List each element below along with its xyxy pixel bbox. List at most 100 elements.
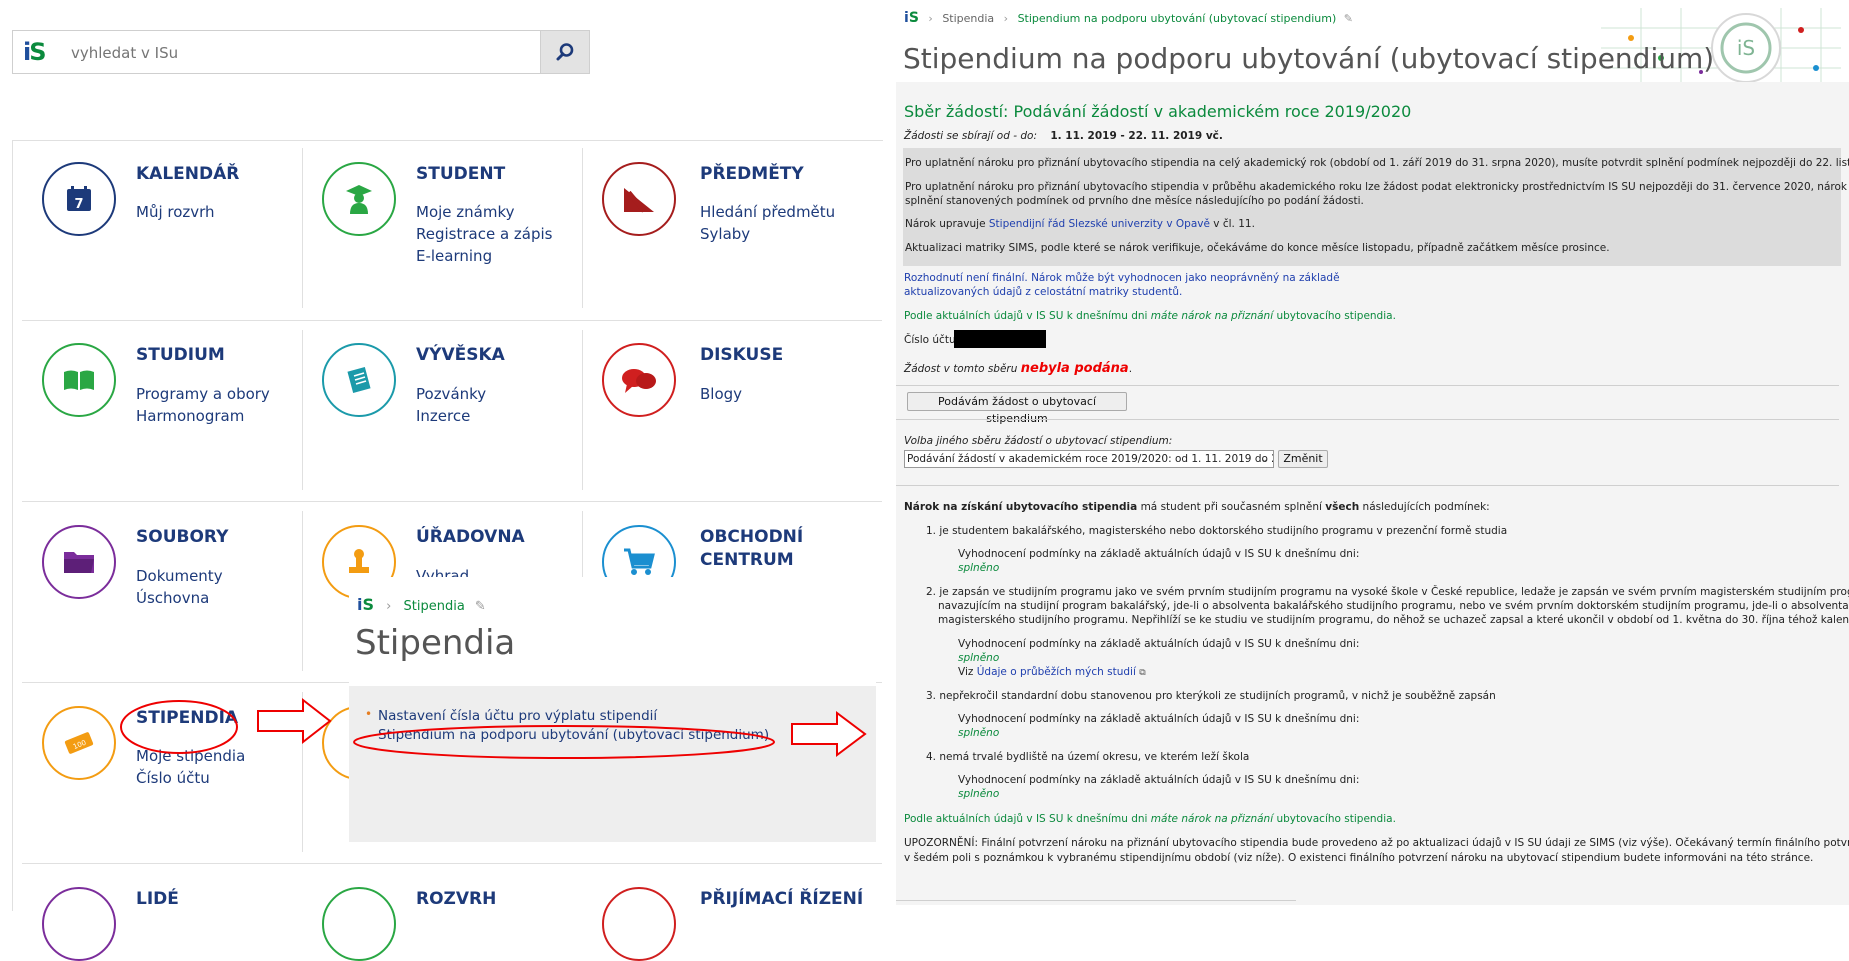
section-title: Sběr žádostí: Podávání žádostí v akademi… xyxy=(904,102,1412,121)
condition-2: 2. je zapsán ve studijním programu jako … xyxy=(926,586,1849,598)
grid-divider xyxy=(302,511,303,671)
tile-link[interactable]: Sylaby xyxy=(700,223,750,245)
breadcrumb-separator: › xyxy=(1003,12,1009,25)
info-text: Pro uplatnění nároku pro přiznání ubytov… xyxy=(905,181,1849,193)
stipendia-menu: • Nastavení čísla účtu pro výplatu stipe… xyxy=(349,686,876,842)
tile-title[interactable]: ROZVRH xyxy=(416,887,496,911)
collection-select[interactable]: Podávání žádostí v akademickém roce 2019… xyxy=(904,450,1274,468)
tile-link[interactable]: Číslo účtu xyxy=(136,767,210,789)
tile-title[interactable]: STUDENT xyxy=(416,162,505,186)
breadcrumb-item[interactable]: Stipendium na podporu ubytování (ubytova… xyxy=(1018,12,1337,25)
tile-title[interactable]: PŘIJÍMACÍ ŘÍZENÍ xyxy=(700,887,863,911)
breadcrumb-separator: › xyxy=(386,599,392,614)
tile-link[interactable]: E-learning xyxy=(416,245,492,267)
evaluation-value: splněno xyxy=(958,727,1000,739)
tile-link[interactable]: Dokumenty xyxy=(136,565,223,587)
rozvrh-icon-circle xyxy=(322,887,396,961)
tile-link[interactable]: Harmonogram xyxy=(136,405,244,427)
evaluation-label: Vyhodnocení podmínky na základě aktuální… xyxy=(958,774,1360,786)
folder-icon xyxy=(64,552,94,573)
cart-icon xyxy=(624,548,655,575)
info-text: splnění stanovených podmínek od prvního … xyxy=(905,195,1364,207)
breadcrumb-item[interactable]: Stipendia xyxy=(404,599,465,614)
scholarship-page: iS › Stipendia › Stipendium na podporu u… xyxy=(896,0,1849,905)
tile-title[interactable]: DISKUSE xyxy=(700,343,783,367)
tile-title[interactable]: OBCHODNÍ xyxy=(700,525,803,549)
evaluation-label: Vyhodnocení podmínky na základě aktuální… xyxy=(958,548,1360,560)
tile-title[interactable]: LIDÉ xyxy=(136,887,179,911)
search-button[interactable] xyxy=(540,31,589,73)
warning-text: v šedém poli s poznámkou k vybranému sti… xyxy=(904,852,1814,864)
tile-title[interactable]: CENTRUM xyxy=(700,548,794,572)
conditions-intro: Nárok na získání ubytovacího stipendia m… xyxy=(904,501,1490,513)
search-bar: iS xyxy=(12,30,590,74)
tile-link[interactable]: Pozvánky xyxy=(416,383,486,405)
tile-title[interactable]: ÚŘADOVNA xyxy=(416,525,525,549)
evaluation-value: splněno xyxy=(958,788,1000,800)
grid-divider xyxy=(582,330,583,490)
notes-icon xyxy=(347,367,371,393)
tile-link[interactable]: Programy a obory xyxy=(136,383,270,405)
condition-2: magisterského studijního programu. Nepři… xyxy=(938,614,1849,626)
is-logo[interactable]: iS xyxy=(23,38,46,66)
tile-title[interactable]: STUDIUM xyxy=(136,343,225,367)
tile-title[interactable]: KALENDÁŘ xyxy=(136,162,239,186)
prijimaci-rizeni-icon-circle xyxy=(602,887,676,961)
claim-status: Podle aktuálních údajů v IS SU k dnešním… xyxy=(904,310,1396,322)
info-text: Pro uplatnění nároku pro přiznání ubytov… xyxy=(905,157,1849,169)
is-logo[interactable]: iS xyxy=(357,595,374,614)
regulation-link[interactable]: Stipendijní řád Slezské univerzity v Opa… xyxy=(989,218,1210,230)
collection-dates: Žádosti se sbírají od - do: 1. 11. 2019 … xyxy=(904,130,1223,142)
book-icon xyxy=(64,370,94,390)
pin-icon[interactable]: ✎ xyxy=(1344,12,1353,25)
blue-note: aktualizovaných údajů z celostátní matri… xyxy=(904,286,1183,298)
submit-application-button[interactable]: Podávám žádost o ubytovací stipendium xyxy=(907,392,1127,425)
external-link-icon[interactable]: ⧉ xyxy=(1139,668,1145,678)
study-details-link[interactable]: Údaje o průběžích mých studií xyxy=(977,666,1136,678)
tile-link[interactable]: Úschovna xyxy=(136,587,209,609)
tile-link[interactable]: Můj rozvrh xyxy=(136,201,215,223)
search-input[interactable] xyxy=(69,39,543,67)
vyveska-icon-circle xyxy=(322,343,396,417)
study-details: Viz Údaje o průběžích mých studií ⧉ xyxy=(958,666,1146,678)
soubory-icon-circle xyxy=(42,525,116,599)
tile-title[interactable]: VÝVĚSKA xyxy=(416,343,505,367)
menu-item-account-number[interactable]: Nastavení čísla účtu pro výplatu stipend… xyxy=(378,708,657,724)
evaluation-value: splněno xyxy=(958,562,1000,574)
student-icon-circle xyxy=(322,162,396,236)
tile-link[interactable]: Blogy xyxy=(700,383,742,405)
tile-title[interactable]: PŘEDMĚTY xyxy=(700,162,804,186)
grid-divider xyxy=(582,148,583,308)
claim-status: Podle aktuálních údajů v IS SU k dnešním… xyxy=(904,813,1396,825)
info-text: Nárok upravuje Stipendijní řád Slezské u… xyxy=(905,218,1255,230)
pin-icon[interactable]: ✎ xyxy=(475,599,486,614)
divider xyxy=(896,900,1296,901)
ticket-icon: 100 xyxy=(64,732,94,754)
predmety-icon-circle xyxy=(602,162,676,236)
tile-title[interactable]: SOUBORY xyxy=(136,525,228,549)
tile-link[interactable]: Registrace a zápis xyxy=(416,223,553,245)
change-button[interactable]: Změnit xyxy=(1278,450,1328,468)
chat-icon xyxy=(622,369,656,393)
tile-link[interactable]: Moje stipendia xyxy=(136,745,245,767)
condition-1: 1. je studentem bakalářského, magistersk… xyxy=(926,525,1508,537)
tile-title[interactable]: STIPENDIA xyxy=(136,706,238,730)
condition-2: navazujícím na studijní program bakalářs… xyxy=(938,600,1849,612)
tile-link[interactable]: Hledání předmětu xyxy=(700,201,835,223)
evaluation-value: splněno xyxy=(958,652,1000,664)
breadcrumb: iS › Stipendia ✎ xyxy=(357,595,486,614)
is-logo[interactable]: iS xyxy=(904,10,919,26)
tile-link[interactable]: Moje známky xyxy=(416,201,515,223)
tile-link[interactable]: Inzerce xyxy=(416,405,470,427)
diskuse-icon-circle xyxy=(602,343,676,417)
grid-divider xyxy=(302,692,303,852)
divider xyxy=(896,419,1839,420)
studium-icon-circle xyxy=(42,343,116,417)
calendar-icon: 7 xyxy=(67,186,91,212)
breadcrumb-item[interactable]: Stipendia xyxy=(942,12,994,25)
warning-text: UPOZORNĚNÍ: Finální potvrzení nároku na … xyxy=(904,837,1849,849)
menu-item-accommodation-scholarship[interactable]: Stipendium na podporu ubytování (ubytova… xyxy=(378,727,769,743)
divider xyxy=(896,485,1839,486)
grid-divider xyxy=(22,863,882,864)
lide-icon-circle xyxy=(42,887,116,961)
